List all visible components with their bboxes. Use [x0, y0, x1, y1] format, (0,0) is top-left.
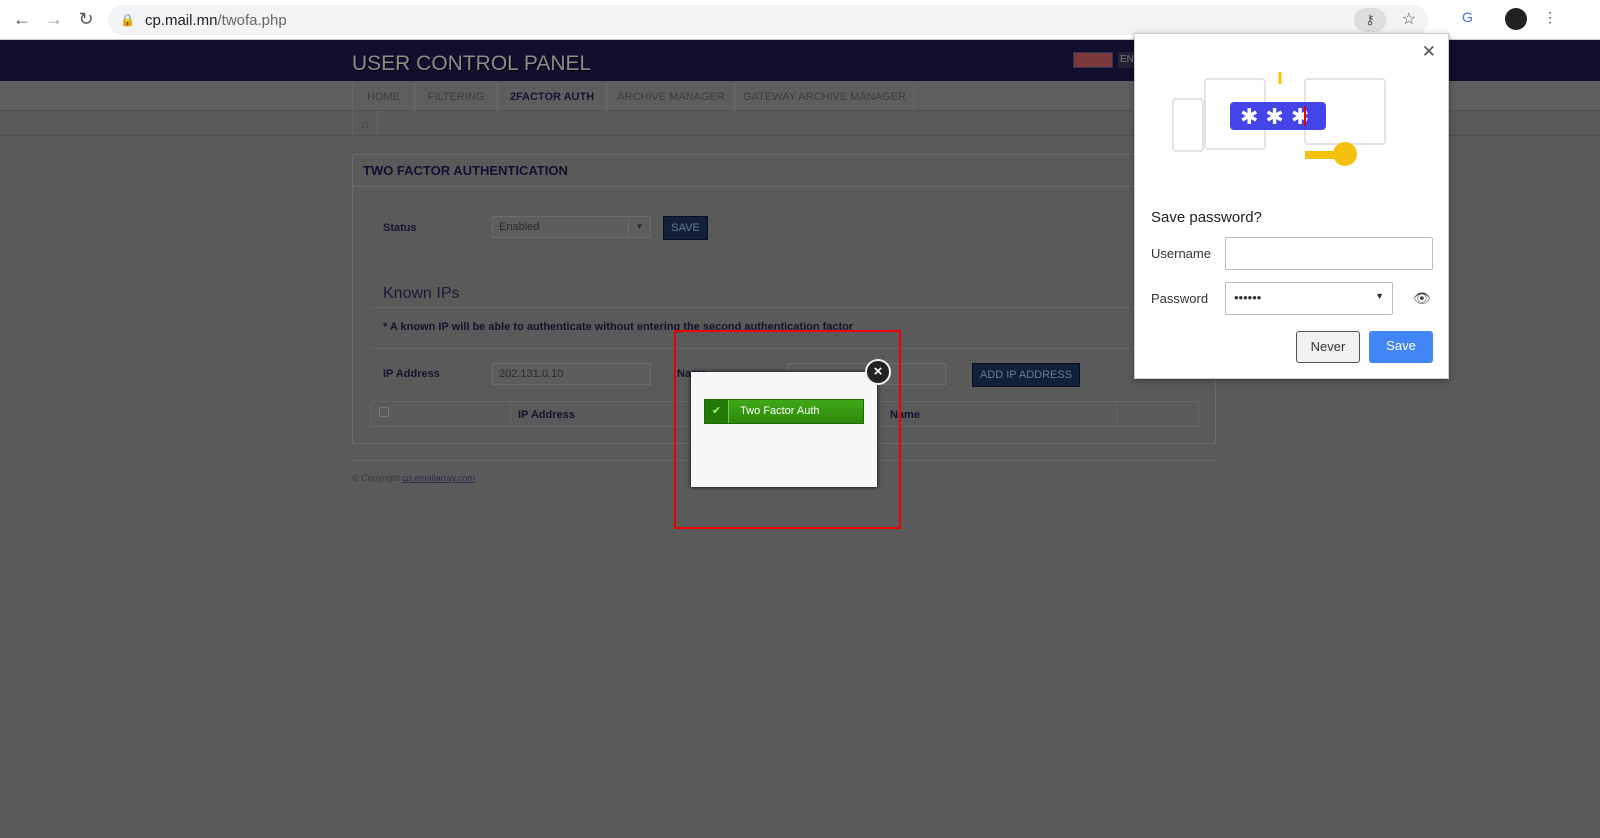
password-select[interactable]: •••••• ▼	[1225, 282, 1393, 315]
save-password-button[interactable]: Save	[1369, 331, 1433, 363]
status-value: Enabled	[499, 221, 540, 233]
lock-icon: 🔒	[120, 13, 135, 27]
save-button[interactable]: SAVE	[663, 216, 708, 240]
reload-icon[interactable]: ↻	[70, 9, 102, 30]
check-icon: ✔	[705, 400, 729, 423]
show-password-eye-icon[interactable]: 👁	[1413, 290, 1431, 307]
success-message: ✔ Two Factor Auth	[704, 399, 864, 424]
url-host: cp.mail.mn	[144, 11, 218, 29]
profile-avatar[interactable]	[1505, 8, 1527, 30]
dialog-title: Save password?	[1151, 209, 1262, 226]
address-bar[interactable]: 🔒 cp.mail.mn/twofa.php ⚷ ☆	[108, 5, 1428, 35]
tab-archive-manager[interactable]: ARCHIVE MANAGER	[607, 83, 735, 111]
password-key-icon[interactable]: ⚷	[1354, 8, 1386, 32]
ip-address-input[interactable]: 202.131.0.10	[492, 363, 651, 385]
url-path: /twofa.php	[217, 11, 287, 29]
password-illustration: ✱ ✱ ✱	[1172, 72, 1386, 166]
status-select[interactable]: Enabled ▼	[492, 216, 651, 238]
tab-filtering[interactable]: FILTERING	[415, 83, 497, 111]
username-label: Username	[1151, 246, 1211, 261]
svg-text:✱ ✱ ✱: ✱ ✱ ✱	[1240, 105, 1309, 130]
us-flag-icon[interactable]	[1073, 52, 1113, 68]
dropdown-arrow-icon: ▼	[1375, 291, 1384, 301]
tab-gateway-archive-manager[interactable]: GATEWAY ARCHIVE MANAGER	[735, 83, 914, 111]
tab-2factor-auth[interactable]: 2FACTOR AUTH	[497, 83, 607, 111]
add-ip-address-button[interactable]: ADD IP ADDRESS	[972, 363, 1080, 387]
back-icon[interactable]: ←	[6, 9, 38, 30]
home-icon[interactable]: ⌂	[352, 111, 378, 136]
never-button[interactable]: Never	[1296, 331, 1360, 363]
password-label: Password	[1151, 291, 1209, 306]
select-all-checkbox[interactable]	[379, 407, 389, 417]
tab-home[interactable]: HOME	[352, 83, 415, 111]
ip-address-label: IP Address	[383, 368, 440, 380]
username-input[interactable]	[1225, 237, 1433, 270]
chevron-down-icon: ▼	[628, 217, 650, 237]
footer-link[interactable]: cp.emailarray.com	[402, 473, 475, 483]
modal-close-button[interactable]: ×	[865, 359, 891, 385]
menu-icon[interactable]: ⋮	[1543, 9, 1557, 26]
forward-icon[interactable]: →	[38, 9, 70, 30]
known-ips-title: Known IPs	[383, 285, 460, 302]
app-title: USER CONTROL PANEL	[352, 52, 592, 75]
status-label: Status	[383, 222, 417, 234]
panel-title: TWO FACTOR AUTHENTICATION	[353, 155, 1215, 187]
bookmark-star-icon[interactable]: ☆	[1402, 8, 1416, 32]
save-password-dialog: ✕ ✱ ✱ ✱ Save password? Username Password…	[1134, 33, 1449, 379]
notification-modal: ✔ Two Factor Auth	[691, 372, 877, 487]
translate-extension-icon[interactable]: G	[1462, 9, 1473, 25]
column-ip-address[interactable]: IP Address	[518, 409, 575, 421]
